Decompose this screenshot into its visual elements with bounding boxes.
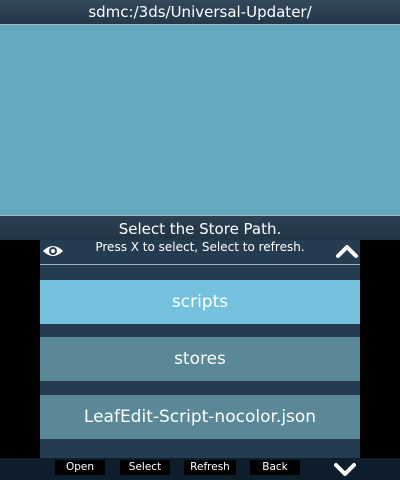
- refresh-button[interactable]: Refresh: [184, 460, 236, 475]
- list-item[interactable]: stores: [40, 337, 360, 381]
- back-button[interactable]: Back: [250, 460, 300, 475]
- footer-bar: Open Select Refresh Back: [0, 458, 400, 480]
- open-button[interactable]: Open: [55, 460, 105, 475]
- bottom-screen: Press X to select, Select to refresh. sc…: [0, 240, 400, 480]
- list-item-label: LeafEdit-Script-nocolor.json: [83, 407, 317, 427]
- list-item-label: scripts: [171, 292, 229, 312]
- list-item[interactable]: scripts: [40, 280, 360, 324]
- chevron-down-icon[interactable]: [333, 459, 357, 479]
- top-screen: sdmc:/3ds/Universal-Updater/ Select the …: [0, 0, 400, 240]
- top-content-area: [0, 25, 400, 215]
- prompt-subtitle: Press X to select, Select to refresh.: [95, 240, 305, 254]
- eye-icon[interactable]: [42, 241, 64, 261]
- list-item[interactable]: LeafEdit-Script-nocolor.json: [40, 395, 360, 439]
- chevron-up-icon[interactable]: [336, 241, 358, 261]
- prompt-title: Select the Store Path.: [118, 220, 282, 238]
- file-list: scripts stores LeafEdit-Script-nocolor.j…: [40, 265, 360, 458]
- prompt-bar: Press X to select, Select to refresh.: [40, 240, 360, 265]
- list-item-label: stores: [174, 349, 226, 369]
- select-button[interactable]: Select: [120, 460, 170, 475]
- path-bar: sdmc:/3ds/Universal-Updater/: [0, 0, 400, 25]
- current-path: sdmc:/3ds/Universal-Updater/: [88, 3, 312, 21]
